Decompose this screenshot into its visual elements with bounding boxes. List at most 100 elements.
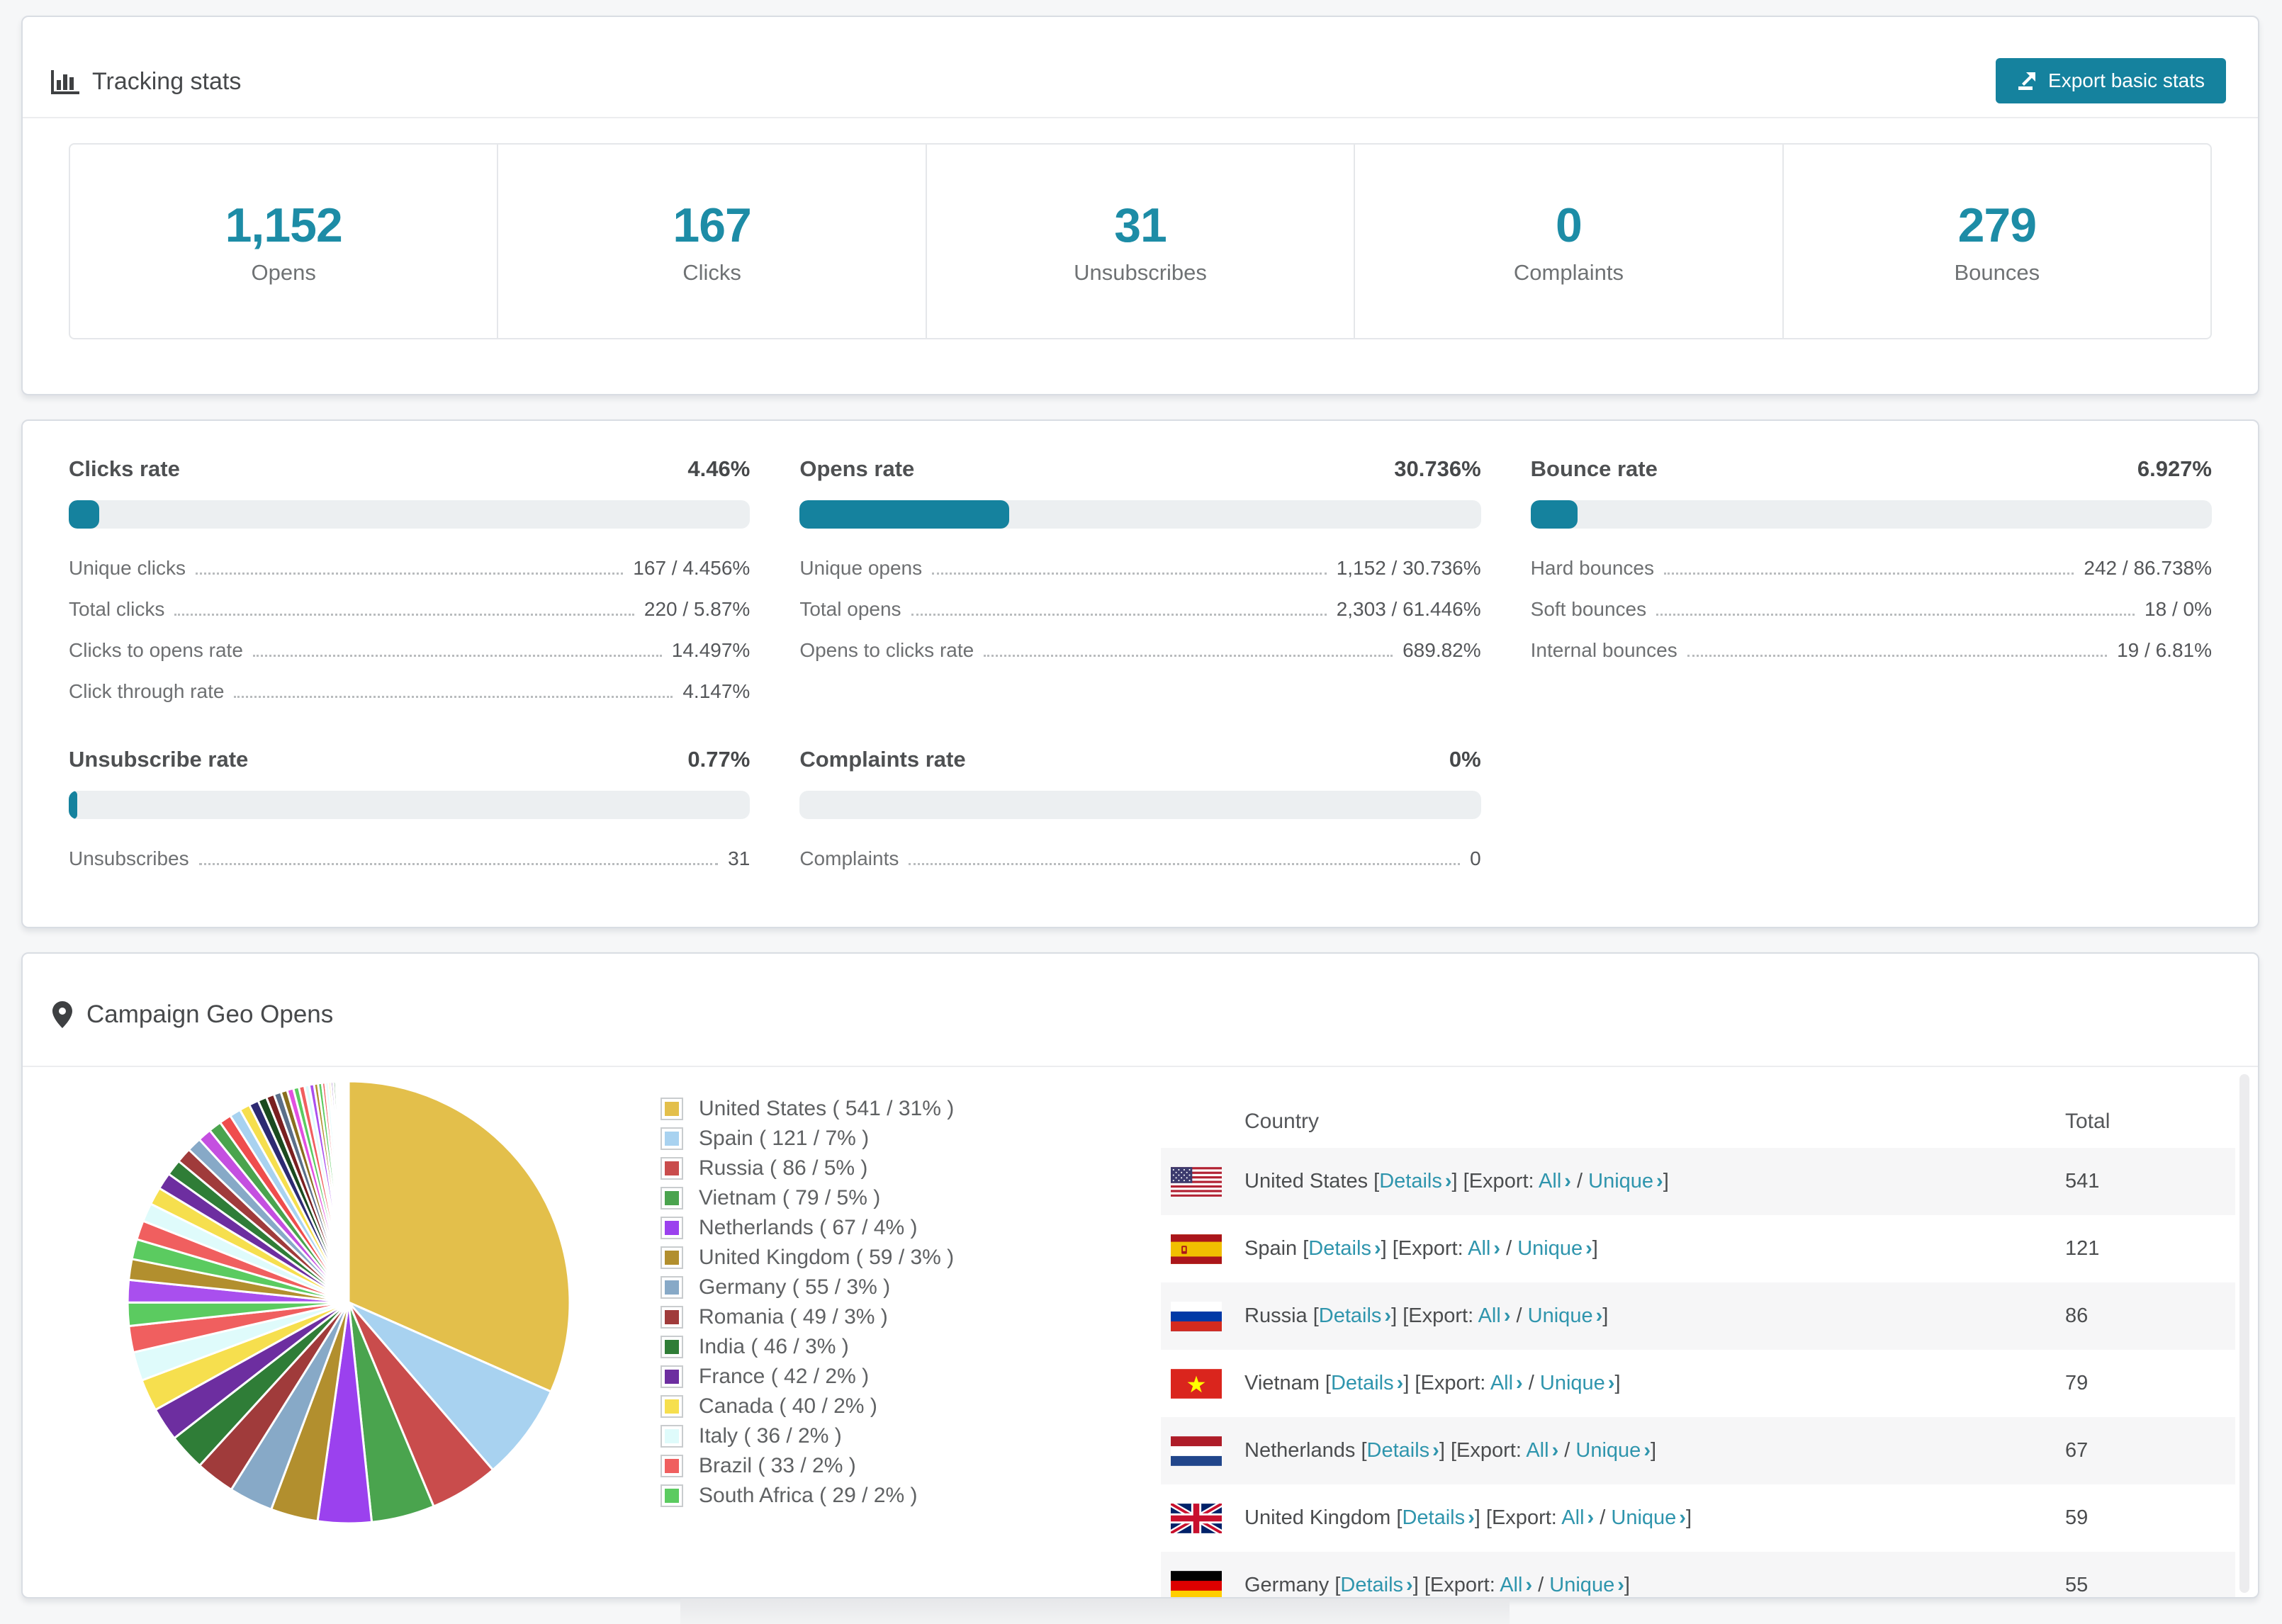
chevron-right-icon: ›	[1516, 1372, 1523, 1394]
legend-swatch	[661, 1217, 683, 1239]
export-all-link[interactable]: All ›	[1468, 1237, 1500, 1260]
export-unique-link[interactable]: Unique ›	[1588, 1170, 1663, 1192]
export-all-link[interactable]: All ›	[1561, 1506, 1594, 1529]
rate-detail-value: 19 / 6.81%	[2117, 639, 2212, 661]
export-all-link[interactable]: All ›	[1490, 1372, 1523, 1394]
legend-label: Romania ( 49 / 3% )	[699, 1305, 888, 1329]
complaints-rate-title: Complaints rate	[799, 747, 966, 772]
chevron-right-icon: ›	[1503, 1304, 1511, 1327]
export-label: Export:	[1456, 1439, 1527, 1462]
rate-detail-value: 1,152 / 30.736%	[1336, 557, 1481, 579]
export-unique-link[interactable]: Unique ›	[1549, 1574, 1624, 1596]
geo-table-row-ru: Russia [Details ›] [Export: All › / Unique…	[1161, 1282, 2235, 1350]
legend-item: Italy ( 36 / 2% )	[661, 1421, 954, 1451]
legend-item: Germany ( 55 / 3% )	[661, 1273, 954, 1302]
rate-detail-value: 31	[728, 847, 751, 869]
legend-label: Russia ( 86 / 5% )	[699, 1156, 868, 1180]
export-unique-link[interactable]: Unique ›	[1517, 1237, 1592, 1260]
legend-swatch	[661, 1395, 683, 1418]
export-basic-stats-button[interactable]: Export basic stats	[1996, 58, 2226, 103]
flag-de-icon	[1171, 1570, 1222, 1597]
dotted-leader	[234, 696, 673, 698]
geo-total-cell: 541	[2065, 1170, 2100, 1192]
geo-country-cell: United States [Details ›] [Export: All › /…	[1244, 1170, 2065, 1193]
stat-bounces: 279 Bounces	[1782, 145, 2210, 338]
rate-block-complaints: Complaints rate 0% Complaints 0	[799, 747, 1481, 870]
bounce-rate-title: Bounce rate	[1530, 456, 1658, 481]
export-unique-link[interactable]: Unique ›	[1540, 1372, 1615, 1394]
rate-detail-label: Opens to clicks rate	[799, 639, 974, 661]
dotted-leader	[1656, 614, 2135, 616]
legend-label: Vietnam ( 79 / 5% )	[699, 1186, 881, 1209]
details-link[interactable]: Details ›	[1308, 1237, 1381, 1260]
legend-label: India ( 46 / 3% )	[699, 1335, 849, 1358]
rate-block-unsubscribe: Unsubscribe rate 0.77% Unsubscribes 31	[69, 747, 751, 870]
details-link[interactable]: Details ›	[1319, 1304, 1391, 1327]
stat-clicks-value: 167	[673, 198, 751, 252]
geo-country-cell: Spain [Details ›] [Export: All › / Unique ›…	[1244, 1237, 2065, 1261]
stat-unsubscribes-label: Unsubscribes	[1074, 259, 1207, 285]
legend-item: Brazil ( 33 / 2% )	[661, 1451, 954, 1481]
stat-bounces-label: Bounces	[1954, 259, 2040, 285]
bracket: ] [	[1474, 1506, 1492, 1529]
export-unique-link[interactable]: Unique ›	[1575, 1439, 1651, 1462]
chevron-right-icon: ›	[1679, 1506, 1686, 1529]
chevron-right-icon: ›	[1373, 1237, 1381, 1260]
country-name: Germany	[1244, 1574, 1335, 1596]
rates-grid-empty-cell	[1531, 747, 2212, 870]
unsubscribe-rate-bar-fill	[69, 791, 77, 819]
complaints-rate-percent: 0%	[1449, 747, 1481, 772]
bounce-rate-rows: Hard bounces 242 / 86.738% Soft bounces 18 …	[1531, 557, 2212, 662]
opens-rate-title: Opens rate	[799, 456, 915, 481]
geo-total-cell: 86	[2065, 1304, 2089, 1327]
dotted-leader	[984, 655, 1393, 657]
chevron-right-icon: ›	[1617, 1574, 1624, 1596]
legend-label: United States ( 541 / 31% )	[699, 1097, 955, 1120]
table-scrollbar[interactable]	[2239, 1074, 2249, 1593]
legend-item: Russia ( 86 / 5% )	[661, 1154, 954, 1183]
geo-country-cell: United Kingdom [Details ›] [Export: All › …	[1244, 1506, 2065, 1530]
rate-detail-value: 220 / 5.87%	[643, 598, 751, 620]
clicks-rate-percent: 4.46%	[687, 456, 751, 481]
details-link[interactable]: Details ›	[1402, 1506, 1474, 1529]
export-all-link[interactable]: All ›	[1500, 1574, 1532, 1596]
geo-table-row-us: United States [Details ›] [Export: All › /…	[1161, 1148, 2235, 1215]
chevron-right-icon: ›	[1396, 1372, 1404, 1394]
rate-detail-value: 4.147%	[682, 680, 751, 702]
rate-detail-row: Click through rate 4.147%	[69, 680, 750, 703]
slash-separator: /	[1532, 1574, 1550, 1596]
geo-total-cell: 121	[2065, 1237, 2100, 1260]
flag-nl-icon	[1171, 1436, 1222, 1466]
details-link[interactable]: Details ›	[1331, 1372, 1403, 1394]
rate-detail-row: Internal bounces 19 / 6.81%	[1531, 639, 2212, 662]
export-unique-link[interactable]: Unique ›	[1528, 1304, 1603, 1327]
page-title: Tracking stats	[92, 68, 242, 95]
export-all-link[interactable]: All ›	[1539, 1170, 1571, 1192]
chevron-right-icon: ›	[1564, 1170, 1571, 1192]
legend-label: Canada ( 40 / 2% )	[699, 1394, 877, 1418]
rate-detail-row: Unique clicks 167 / 4.456%	[69, 557, 750, 580]
chevron-right-icon: ›	[1406, 1574, 1413, 1596]
pie-slice-other[interactable]	[347, 1080, 350, 1304]
legend-label: United Kingdom ( 59 / 3% )	[699, 1246, 955, 1269]
chevron-right-icon: ›	[1643, 1439, 1651, 1462]
export-unique-link[interactable]: Unique ›	[1611, 1506, 1686, 1529]
country-name: Spain	[1244, 1237, 1303, 1260]
export-all-link[interactable]: All ›	[1526, 1439, 1558, 1462]
clicks-rate-rows: Unique clicks 167 / 4.456% Total clicks 220…	[69, 557, 750, 703]
export-all-link[interactable]: All ›	[1478, 1304, 1511, 1327]
slash-separator: /	[1522, 1372, 1540, 1394]
geo-table-header: Country Total	[1161, 1095, 2235, 1148]
details-link[interactable]: Details ›	[1340, 1574, 1412, 1596]
country-name: Russia	[1244, 1304, 1313, 1327]
legend-swatch	[661, 1098, 683, 1120]
details-link[interactable]: Details ›	[1367, 1439, 1439, 1462]
details-link[interactable]: Details ›	[1379, 1170, 1451, 1192]
legend-label: Italy ( 36 / 2% )	[699, 1424, 842, 1448]
rate-detail-value: 689.82%	[1403, 639, 1481, 661]
chevron-right-icon: ›	[1551, 1439, 1559, 1462]
unsubscribe-rate-title: Unsubscribe rate	[69, 747, 249, 772]
geo-opens-table: Country Total United States [Details ›] […	[1161, 1095, 2235, 1597]
clicks-rate-title: Clicks rate	[69, 456, 180, 481]
map-marker-icon	[52, 1001, 72, 1028]
